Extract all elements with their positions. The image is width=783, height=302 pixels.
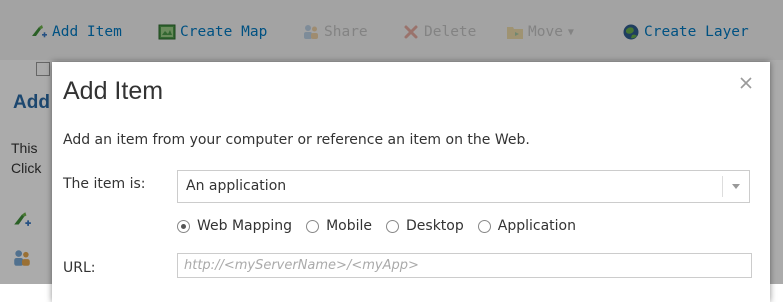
platform-radio-group: Web Mapping Mobile Desktop Application [177, 218, 590, 234]
radio-application[interactable]: Application [477, 218, 576, 234]
item-type-value: An application [186, 178, 287, 194]
radio-button[interactable] [177, 219, 190, 233]
dialog-description: Add an item from your computer or refere… [63, 132, 530, 148]
radio-label: Desktop [406, 218, 464, 234]
radio-mobile[interactable]: Mobile [306, 218, 372, 234]
chevron-down-icon[interactable] [722, 176, 749, 197]
radio-label: Application [497, 218, 576, 234]
item-type-label: The item is: [63, 176, 146, 192]
radio-button[interactable] [386, 219, 399, 233]
radio-button[interactable] [306, 219, 320, 233]
radio-desktop[interactable]: Desktop [386, 218, 464, 234]
url-input[interactable] [177, 253, 752, 278]
radio-label: Mobile [326, 218, 372, 234]
radio-label: Web Mapping [197, 218, 293, 234]
radio-web-mapping[interactable]: Web Mapping [177, 218, 292, 234]
url-label: URL: [63, 260, 96, 276]
dialog-title: Add Item [63, 77, 164, 105]
add-item-dialog: Add Item Add an item from your computer … [52, 62, 770, 302]
radio-button[interactable] [477, 219, 491, 233]
item-type-select[interactable]: An application [177, 170, 750, 203]
close-icon[interactable] [735, 72, 757, 94]
